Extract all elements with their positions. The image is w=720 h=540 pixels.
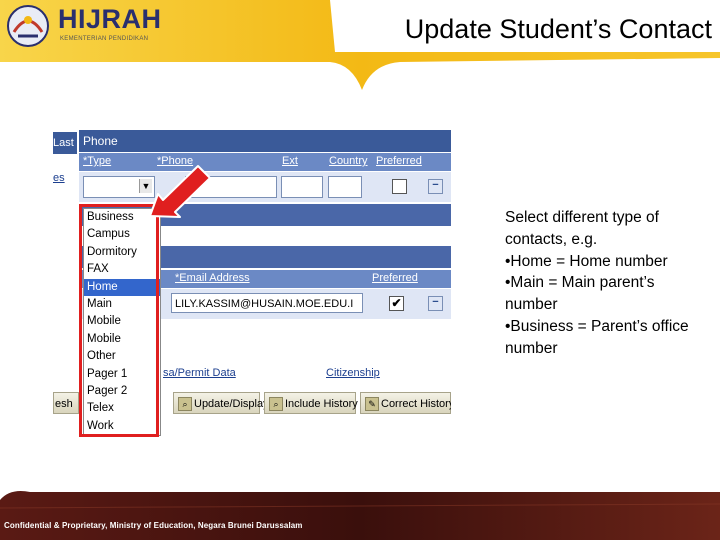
include-history-label: Include History: [285, 398, 358, 410]
ext-input[interactable]: [281, 176, 323, 198]
col-country[interactable]: Country: [329, 155, 368, 167]
email-delete-row-icon[interactable]: −: [428, 296, 443, 311]
logo-text: HIJRAH: [58, 4, 162, 34]
dropdown-highlight-box: [79, 204, 159, 437]
crest-icon: [7, 5, 49, 47]
col-email-address[interactable]: *Email Address: [175, 272, 250, 284]
history-icon: ⌕: [269, 397, 283, 411]
side-item-main: •Main = Main parent’s number: [505, 274, 655, 314]
phone-grid-title: Phone: [79, 130, 451, 152]
red-arrow-icon: [149, 165, 211, 218]
email-preferred-checkbox[interactable]: ✔: [389, 296, 404, 311]
correct-history-button[interactable]: ✎ Correct History: [360, 392, 451, 414]
left-link[interactable]: es: [53, 172, 65, 184]
side-item-business: •Business = Parent’s office number: [505, 317, 689, 357]
correct-history-label: Correct History: [381, 398, 451, 410]
include-history-button[interactable]: ⌕ Include History: [264, 392, 358, 414]
update-display-label: Update/Display: [194, 398, 269, 410]
search-icon: ⌕: [178, 397, 192, 411]
col-type[interactable]: *Type: [83, 155, 111, 167]
side-intro: Select different type of contacts, e.g.: [505, 209, 659, 248]
phone-delete-row-icon[interactable]: −: [428, 179, 443, 194]
type-select[interactable]: ▼: [83, 176, 155, 198]
citizenship-link[interactable]: Citizenship: [326, 367, 380, 379]
email-input[interactable]: LILY.KASSIM@HUSAIN.MOE.EDU.I: [171, 293, 363, 313]
update-display-button[interactable]: ⌕ Update/Display: [173, 392, 269, 414]
correct-history-icon: ✎: [365, 397, 379, 411]
footer-banner: [0, 491, 720, 540]
country-input[interactable]: [328, 176, 362, 198]
refresh-button[interactable]: esh: [53, 392, 79, 414]
phone-preferred-checkbox[interactable]: [392, 179, 407, 194]
col-ext[interactable]: Ext: [282, 155, 298, 167]
side-item-home: •Home = Home number: [505, 252, 668, 270]
col-preferred[interactable]: Preferred: [376, 155, 422, 167]
col-email-preferred[interactable]: Preferred: [372, 272, 418, 284]
visa-permit-link[interactable]: sa/Permit Data: [163, 367, 236, 379]
page-title: Update Student’s Contact: [404, 14, 712, 44]
side-explanation: Select different type of contacts, e.g. …: [505, 207, 705, 360]
logo-subtext: KEMENTERIAN PENDIDIKAN: [60, 36, 149, 42]
footer-text: Confidential & Proprietary, Ministry of …: [4, 521, 303, 530]
left-tab-label: Last: [53, 132, 77, 154]
